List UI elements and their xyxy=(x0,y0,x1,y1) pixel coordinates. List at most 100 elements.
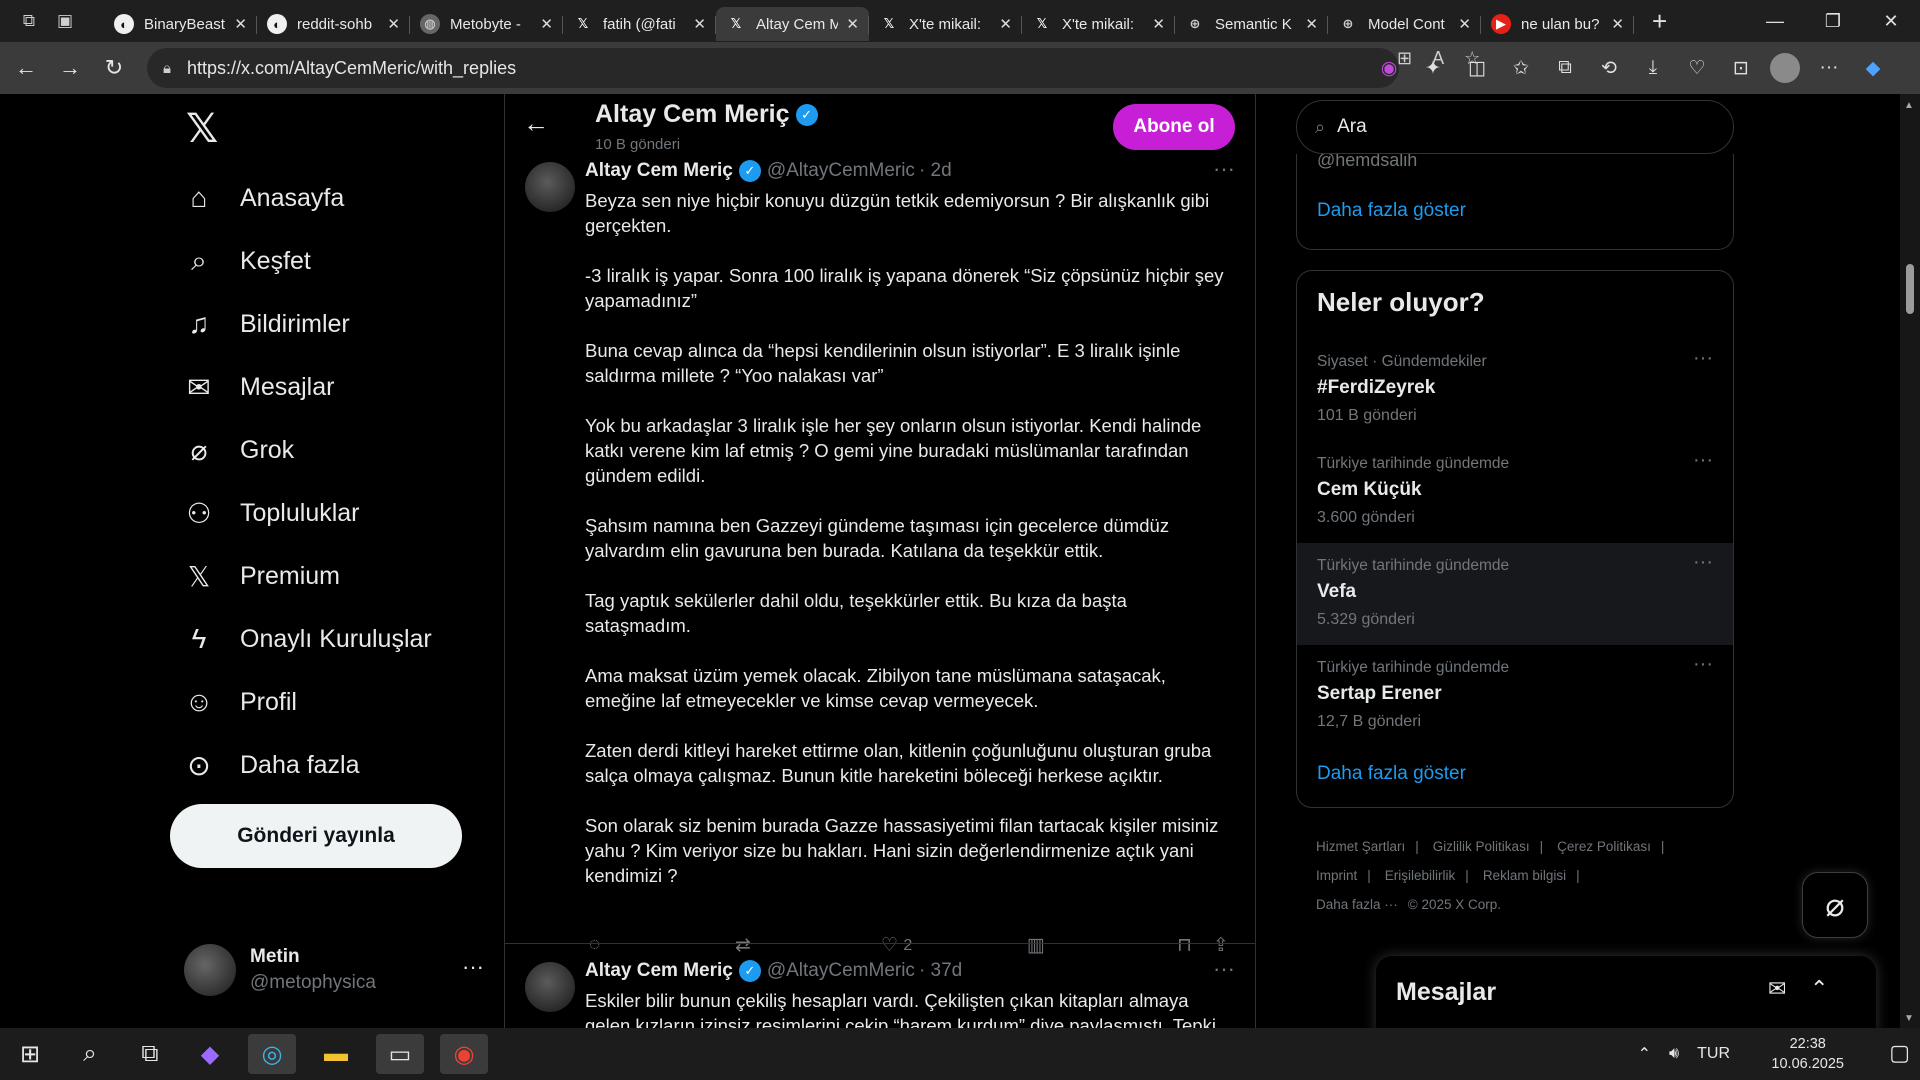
address-bar[interactable]: 🔒︎ https://x.com/AltayCemMeric/with_repl… xyxy=(147,48,1480,88)
search-input[interactable]: ⌕ Ara xyxy=(1296,100,1734,154)
trend-more-icon[interactable]: ··· xyxy=(1693,653,1713,676)
tweet-avatar[interactable] xyxy=(525,962,575,1012)
browser-tab[interactable]: 𝕏 Altay Cem M ✕ xyxy=(716,7,869,41)
url-text[interactable]: https://x.com/AltayCemMeric/with_replies xyxy=(187,58,516,79)
browser-tab[interactable]: ◍ Metobyte - ✕ xyxy=(410,7,563,41)
close-tab-icon[interactable]: ✕ xyxy=(1458,15,1471,33)
scroll-up-icon[interactable]: ▲ xyxy=(1904,100,1914,111)
trend-more-icon[interactable]: ··· xyxy=(1693,551,1713,574)
close-tab-icon[interactable]: ✕ xyxy=(540,15,553,33)
scrollbar-thumb[interactable] xyxy=(1906,264,1914,314)
grok-icon[interactable]: ⌀ xyxy=(1802,872,1868,938)
trend-item[interactable]: Türkiye tarihinde gündemde Sertap Erener 1… xyxy=(1297,645,1733,747)
nav-item-onayl-kurulu-lar[interactable]: ϟ Onaylı Kuruluşlar xyxy=(182,614,432,664)
volume-icon[interactable]: 🔊︎ xyxy=(1669,1045,1679,1063)
post-button[interactable]: Gönderi yayınla xyxy=(170,804,462,868)
refresh-button[interactable]: ↻ xyxy=(92,48,136,88)
nav-item-premium[interactable]: 𝕏 Premium xyxy=(182,551,340,601)
trend-more-icon[interactable]: ··· xyxy=(1693,347,1713,370)
app-icon-purple[interactable]: ◆ xyxy=(186,1034,234,1074)
tray-chevron-icon[interactable]: ⌃ xyxy=(1638,1044,1651,1064)
footer-link[interactable]: Hizmet Şartları xyxy=(1316,839,1405,854)
workspaces-icon[interactable]: ⧉ xyxy=(14,6,44,36)
browser-tab[interactable]: ⊕ Semantic K ✕ xyxy=(1175,7,1328,41)
footer-link[interactable]: Imprint xyxy=(1316,868,1357,883)
tweet-author-handle[interactable]: @AltayCemMeric xyxy=(767,960,915,981)
settings-more-icon[interactable]: ··· xyxy=(1814,53,1844,83)
browser-tab[interactable]: ▶ ne ulan bu? ✕ xyxy=(1481,7,1634,41)
footer-link[interactable]: © 2025 X Corp. xyxy=(1408,897,1501,912)
browser-tab[interactable]: ⊕ Model Cont ✕ xyxy=(1328,7,1481,41)
like-button[interactable]: ♡ 2 xyxy=(881,934,912,957)
close-window-button[interactable]: ✕ xyxy=(1862,0,1920,42)
tweet-more-icon[interactable]: ··· xyxy=(1213,956,1235,982)
extension-icon-1[interactable]: ◉ xyxy=(1374,53,1404,83)
x-logo-icon[interactable]: 𝕏 xyxy=(186,106,218,152)
new-tab-button[interactable]: + xyxy=(1652,6,1667,37)
browser-tab[interactable]: 𝕏fatih (@fati ✕ xyxy=(563,7,716,41)
footer-link[interactable]: Reklam bilgisi xyxy=(1483,868,1566,883)
copilot-icon[interactable]: ◆ xyxy=(1858,53,1888,83)
close-tab-icon[interactable]: ✕ xyxy=(387,15,400,33)
tweet-author-name[interactable]: Altay Cem Meriç xyxy=(585,160,733,181)
tweet-avatar[interactable] xyxy=(525,162,575,212)
nav-item-grok[interactable]: ⌀ Grok xyxy=(182,425,295,475)
restore-button[interactable]: ❐ xyxy=(1804,0,1862,42)
new-message-icon[interactable]: ✉ xyxy=(1768,976,1786,1002)
show-more-link[interactable]: Daha fazla göster xyxy=(1317,763,1466,785)
trend-item[interactable]: Türkiye tarihinde gündemde Cem Küçük 3.600… xyxy=(1297,441,1733,543)
browser-tab[interactable]: 𝕏 X'te mikail: ✕ xyxy=(869,7,1022,41)
show-more-link[interactable]: Daha fazla göster xyxy=(1317,200,1466,222)
nav-item-bildirimler[interactable]: ♫ Bildirimler xyxy=(182,299,350,349)
browser-tab[interactable]: ◐ BinaryBeast ✕ xyxy=(104,7,257,41)
nav-item-anasayfa[interactable]: ⌂ Anasayfa xyxy=(182,173,345,223)
favorites-icon[interactable]: ✩ xyxy=(1506,53,1536,83)
nav-item-topluluklar[interactable]: ⚇ Topluluklar xyxy=(182,488,359,538)
tweet-more-icon[interactable]: ··· xyxy=(1213,156,1235,182)
browser-tab[interactable]: 𝕏 X'te mikail: ✕ xyxy=(1022,7,1175,41)
screenshot-icon[interactable]: ⊡ xyxy=(1726,53,1756,83)
browser-tab[interactable]: ◐ reddit-sohb ✕ xyxy=(257,7,410,41)
back-arrow-icon[interactable]: ← xyxy=(523,108,549,139)
collections-icon[interactable]: ⧉ xyxy=(1550,53,1580,83)
chrome-icon[interactable]: ◉ xyxy=(440,1034,488,1074)
tweet-time[interactable]: · 37d xyxy=(919,960,962,981)
forward-button[interactable]: → xyxy=(48,48,92,88)
performance-icon[interactable]: ♡ xyxy=(1682,53,1712,83)
nav-item-profil[interactable]: ☺ Profil xyxy=(182,677,297,727)
tweet-time[interactable]: · 2d xyxy=(919,160,952,181)
windows-start-icon[interactable]: ⊞ xyxy=(6,1034,54,1074)
scroll-down-icon[interactable]: ▼ xyxy=(1904,1013,1914,1024)
file-explorer-icon[interactable]: ▬ xyxy=(312,1034,360,1074)
notifications-icon[interactable]: ▢ xyxy=(1889,1040,1910,1066)
footer-link[interactable]: Gizlilik Politikası xyxy=(1433,839,1530,854)
profile-avatar[interactable] xyxy=(1770,53,1800,83)
close-tab-icon[interactable]: ✕ xyxy=(1611,15,1624,33)
trend-item[interactable]: Siyaset · Gündemdekiler #FerdiZeyrek 101 B… xyxy=(1297,339,1733,441)
page-scrollbar[interactable]: ▲ ▼ xyxy=(1900,94,1920,1028)
language-indicator[interactable]: TUR xyxy=(1697,1045,1730,1063)
trend-item[interactable]: Türkiye tarihinde gündemde Vefa 5.329 gönd… xyxy=(1297,543,1733,645)
bookmark-icon[interactable]: ⊓ xyxy=(1177,934,1192,957)
subscribe-button[interactable]: Abone ol xyxy=(1113,104,1235,150)
messages-drawer[interactable]: Mesajlar ✉ ⌃ xyxy=(1376,956,1876,1028)
split-screen-icon[interactable]: ◫ xyxy=(1462,53,1492,83)
clock[interactable]: 22:38 10.06.2025 xyxy=(1771,1034,1844,1074)
close-tab-icon[interactable]: ✕ xyxy=(1152,15,1165,33)
task-view-icon[interactable]: ⧉ xyxy=(126,1034,174,1074)
edge-beta-icon[interactable]: ◎ xyxy=(248,1034,296,1074)
tweet-author-name[interactable]: Altay Cem Meriç xyxy=(585,960,733,981)
vertical-tabs-icon[interactable]: ▣ xyxy=(50,6,80,36)
retweet-icon[interactable]: ⇄ xyxy=(735,934,751,957)
footer-link[interactable]: Çerez Politikası xyxy=(1557,839,1651,854)
share-icon[interactable]: ⇪ xyxy=(1213,934,1229,957)
tweet-author-handle[interactable]: @AltayCemMeric xyxy=(767,160,915,181)
extensions-icon[interactable]: ✦ xyxy=(1418,53,1448,83)
nav-item-daha-fazla[interactable]: ⊙ Daha fazla xyxy=(182,740,359,790)
downloads-icon[interactable]: ⤓ xyxy=(1638,53,1668,83)
nav-item-ke-fet[interactable]: ⌕ Keşfet xyxy=(182,236,311,286)
nav-item-mesajlar[interactable]: ✉ Mesajlar xyxy=(182,362,334,412)
trend-more-icon[interactable]: ··· xyxy=(1693,449,1713,472)
close-tab-icon[interactable]: ✕ xyxy=(234,15,247,33)
tweet[interactable]: Altay Cem Meriç ✓ @AltayCemMeric · 2d ··· B… xyxy=(505,156,1255,1028)
